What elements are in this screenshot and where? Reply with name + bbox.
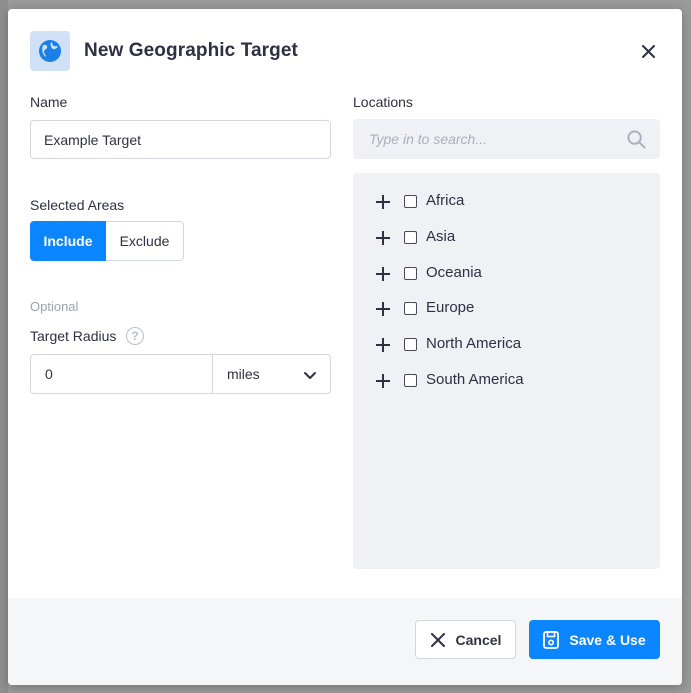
location-item: South America — [353, 365, 660, 395]
location-label: North America — [426, 335, 522, 352]
name-input[interactable]: Example Target — [30, 120, 331, 159]
location-search-input[interactable]: Type in to search... — [353, 119, 660, 159]
location-item: Asia — [353, 222, 660, 252]
location-checkbox[interactable] — [404, 302, 417, 315]
modal-backdrop — [0, 0, 8, 693]
locations-label: Locations — [353, 94, 413, 110]
selected-areas-label: Selected Areas — [30, 197, 125, 213]
plus-icon[interactable] — [375, 373, 391, 389]
radius-group: 0 miles — [30, 354, 331, 394]
search-icon — [627, 130, 646, 149]
location-item: Oceania — [353, 258, 660, 288]
plus-icon[interactable] — [375, 301, 391, 317]
plus-icon[interactable] — [375, 337, 391, 353]
dialog-footer: Cancel Save & Use — [8, 598, 682, 685]
unit-select-value: miles — [227, 366, 260, 382]
location-checkbox[interactable] — [404, 267, 417, 280]
location-checkbox[interactable] — [404, 338, 417, 351]
location-item: Europe — [353, 293, 660, 323]
locations-tree: Africa Asia Oceania Europe North America… — [353, 173, 660, 569]
chevron-down-icon — [304, 372, 316, 379]
close-icon — [430, 632, 445, 647]
optional-label: Optional — [30, 299, 79, 314]
dialog-title: New Geographic Target — [84, 40, 298, 61]
location-label: Asia — [426, 228, 456, 245]
name-label: Name — [30, 94, 68, 110]
location-checkbox[interactable] — [404, 231, 417, 244]
radius-input[interactable]: 0 — [30, 354, 213, 394]
location-checkbox[interactable] — [404, 195, 417, 208]
save-label: Save & Use — [569, 631, 646, 648]
target-radius-label: Target Radius — [30, 328, 117, 344]
dialog-header: New Geographic Target — [30, 31, 660, 73]
save-and-use-button[interactable]: Save & Use — [529, 620, 660, 659]
plus-icon[interactable] — [375, 194, 391, 210]
location-item: North America — [353, 329, 660, 359]
location-label: Europe — [426, 299, 475, 316]
exclude-button[interactable]: Exclude — [106, 221, 184, 261]
location-label: South America — [426, 371, 524, 388]
include-button[interactable]: Include — [30, 221, 106, 261]
location-item: Africa — [353, 186, 660, 216]
unit-select[interactable]: miles — [212, 354, 331, 394]
save-icon — [543, 630, 560, 649]
location-checkbox[interactable] — [404, 374, 417, 387]
search-placeholder: Type in to search... — [369, 131, 488, 147]
plus-icon[interactable] — [375, 230, 391, 246]
location-label: Africa — [426, 192, 465, 209]
location-label: Oceania — [426, 264, 482, 281]
question-icon[interactable]: ? — [126, 327, 144, 345]
cancel-label: Cancel — [455, 631, 502, 648]
globe-icon — [30, 31, 70, 71]
include-exclude-toggle: Include Exclude — [30, 221, 184, 261]
plus-icon[interactable] — [375, 266, 391, 282]
close-icon[interactable] — [636, 39, 660, 63]
geographic-target-dialog: New Geographic Target Name Example Targe… — [8, 9, 682, 685]
cancel-button[interactable]: Cancel — [415, 620, 516, 659]
